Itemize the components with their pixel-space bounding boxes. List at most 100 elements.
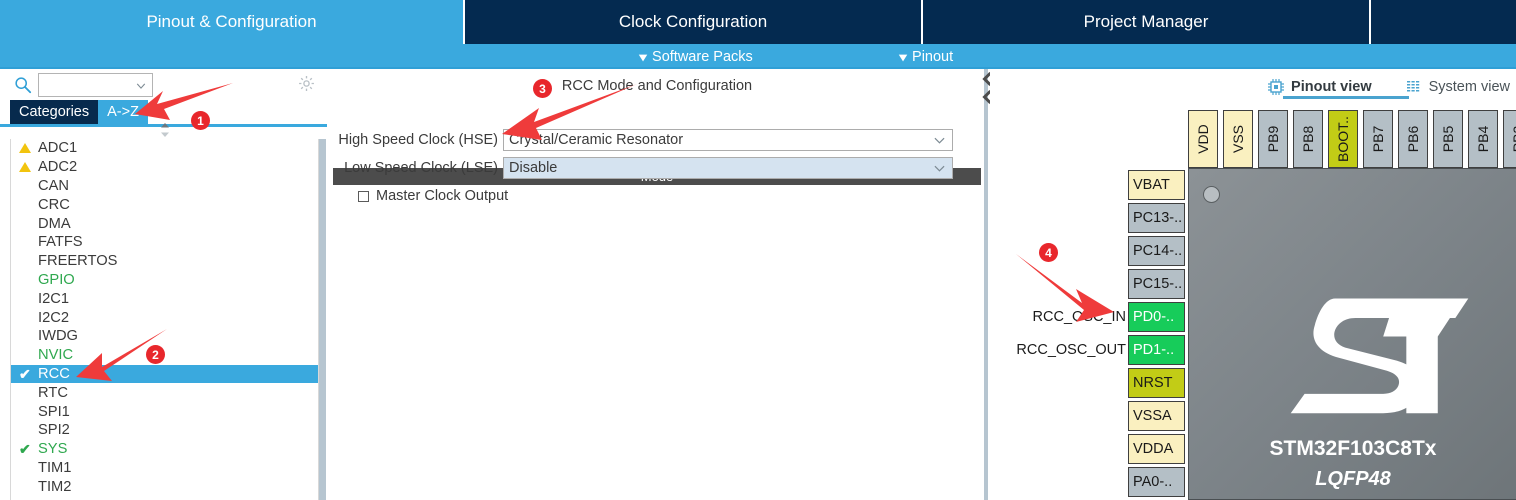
chevron-down-icon (934, 165, 945, 172)
chip-pin-vss[interactable]: VSS (1223, 110, 1253, 168)
chip-pin-vdda[interactable]: VDDA (1128, 434, 1185, 464)
chip-pin-label: PB8 (1300, 125, 1316, 153)
scrollbar-thumb[interactable] (319, 139, 326, 500)
menu-software-packs-label: Software Packs (652, 48, 753, 65)
chip-pin-vssa[interactable]: VSSA (1128, 401, 1185, 431)
chip-top-pin-row: VDD VSS PB9 PB8 BOOT.. PB7 PB6 PB5 PB4 PB3 (1188, 110, 1516, 168)
chevron-down-icon (934, 137, 945, 144)
peripheral-item-dma[interactable]: DMA (11, 214, 318, 233)
sub-toolbar: ▾ Software Packs ▾ Pinout (0, 44, 1516, 69)
chip-pin-boot[interactable]: BOOT.. (1328, 110, 1358, 168)
chip-pin-vdd[interactable]: VDD (1188, 110, 1218, 168)
tab-project-manager[interactable]: Project Manager (923, 0, 1371, 44)
peripheral-item-tim1[interactable]: TIM1 (11, 459, 318, 478)
peripheral-item-i2c1[interactable]: I2C1 (11, 289, 318, 308)
chevron-down-icon (136, 83, 146, 89)
peripheral-item-label: SYS (38, 441, 68, 458)
sort-arrows-icon[interactable] (158, 122, 172, 138)
chip-orientation-dot (1203, 186, 1220, 203)
peripheral-item-sys[interactable]: ✔ SYS (11, 440, 318, 459)
peripheral-item-adc2[interactable]: ADC2 (11, 158, 318, 177)
system-icon (1406, 81, 1419, 92)
chip-pin-pa0[interactable]: PA0-.. (1128, 467, 1185, 497)
peripheral-item-spi2[interactable]: SPI2 (11, 421, 318, 440)
chip-part-number: STM32F103C8Tx (1269, 437, 1437, 460)
signal-label-rcc-osc-out: RCC_OSC_OUT (1016, 342, 1126, 358)
chip-pin-pb8[interactable]: PB8 (1293, 110, 1323, 168)
chip-pin-label: VDD (1195, 124, 1211, 154)
search-icon[interactable] (14, 76, 32, 94)
combo-hse[interactable]: Crystal/Ceramic Resonator (503, 129, 953, 151)
peripheral-item-freertos[interactable]: FREERTOS (11, 252, 318, 271)
chip-pin-vbat[interactable]: VBAT (1128, 170, 1185, 200)
peripheral-item-fatfs[interactable]: FATFS (11, 233, 318, 252)
annotation-badge-1: 1 (191, 111, 210, 130)
chip-pin-pb4[interactable]: PB4 (1468, 110, 1498, 168)
peripheral-item-iwdg[interactable]: IWDG (11, 327, 318, 346)
chip-pin-pb3[interactable]: PB3 (1503, 110, 1516, 168)
chip-pin-pc13[interactable]: PC13-.. (1128, 203, 1185, 233)
config-row-lse: Low Speed Clock (LSE) Disable (330, 157, 953, 179)
panel-divider[interactable] (984, 69, 988, 500)
peripheral-item-adc1[interactable]: ADC1 (11, 139, 318, 158)
combo-lse[interactable]: Disable (503, 157, 953, 179)
peripheral-item-gpio[interactable]: GPIO (11, 271, 318, 290)
peripheral-item-can[interactable]: CAN (11, 177, 318, 196)
check-icon: ✔ (19, 441, 31, 458)
menu-software-packs[interactable]: ▾ Software Packs (639, 44, 753, 69)
peripheral-item-tim2[interactable]: TIM2 (11, 477, 318, 496)
signal-label-rcc-osc-in: RCC_OSC_IN (1032, 309, 1126, 325)
check-icon: ✔ (19, 365, 31, 382)
master-clock-output-checkbox[interactable] (358, 190, 369, 202)
menu-pinout-label: Pinout (912, 48, 954, 65)
peripheral-item-rtc[interactable]: RTC (11, 383, 318, 402)
chip-pin-pc14[interactable]: PC14-.. (1128, 236, 1185, 266)
tab-clock-configuration[interactable]: Clock Configuration (465, 0, 923, 44)
combo-lse-value: Disable (509, 160, 558, 176)
chip-pin-label: BOOT.. (1335, 116, 1351, 162)
tab-pinout-configuration[interactable]: Pinout & Configuration (0, 0, 465, 44)
tab-system-view[interactable]: System view (1406, 74, 1510, 100)
chip-pin-label: VSS (1230, 124, 1247, 154)
chip-pin-pb6[interactable]: PB6 (1398, 110, 1428, 168)
menu-pinout[interactable]: ▾ Pinout (899, 44, 954, 69)
peripheral-item-crc[interactable]: CRC (11, 195, 318, 214)
chip-pin-pd1[interactable]: PD1-.. (1128, 335, 1185, 365)
chip-pin-pb9[interactable]: PB9 (1258, 110, 1288, 168)
peripheral-item-rcc[interactable]: ✔ RCC (11, 364, 318, 384)
tab-a-to-z[interactable]: A->Z (98, 100, 148, 124)
peripheral-item-i2c2[interactable]: I2C2 (11, 308, 318, 327)
search-combo[interactable] (38, 73, 153, 97)
chip-pin-pb7[interactable]: PB7 (1363, 110, 1393, 168)
warning-icon (19, 162, 38, 173)
peripheral-item-label: RTC (38, 384, 68, 401)
peripherals-list[interactable]: ADC1 ADC2 CAN CRC DMA FATFS FREERTOS GPIO I2C1 I2… (10, 139, 319, 500)
chip-pin-label: PB6 (1405, 125, 1421, 153)
chip-pin-label: PB9 (1265, 125, 1281, 153)
chip-icon (1268, 79, 1285, 95)
tab-categories[interactable]: Categories (10, 100, 99, 124)
chip-pin-pb5[interactable]: PB5 (1433, 110, 1463, 168)
search-row (0, 69, 327, 102)
chip-pin-nrst[interactable]: NRST (1128, 368, 1185, 398)
chip-pin-label: PB3 (1510, 125, 1516, 153)
chip-pin-label: PB5 (1440, 125, 1456, 153)
tab-tools[interactable] (1371, 0, 1516, 44)
gear-icon[interactable] (297, 74, 316, 93)
master-clock-output-row[interactable]: Master Clock Output (358, 188, 508, 204)
peripheral-item-label: FATFS (38, 234, 83, 251)
label-hse: High Speed Clock (HSE) (338, 132, 498, 148)
peripheral-item-label: SPI1 (38, 403, 70, 420)
chip-pin-pd0[interactable]: PD0-.. (1128, 302, 1185, 332)
chip-pin-pc15[interactable]: PC15-.. (1128, 269, 1185, 299)
peripheral-item-label: I2C1 (38, 290, 70, 307)
peripheral-item-label: RCC (38, 365, 70, 382)
peripheral-item-label: GPIO (38, 271, 75, 288)
label-lse: Low Speed Clock (LSE) (344, 160, 498, 176)
peripherals-scrollbar[interactable] (319, 139, 326, 500)
peripheral-item-label: TIM2 (38, 478, 72, 495)
pinout-view-underline (1283, 96, 1409, 99)
peripheral-item-spi1[interactable]: SPI1 (11, 402, 318, 421)
chip-pin-label: PB7 (1370, 125, 1386, 153)
warning-icon (19, 143, 38, 154)
